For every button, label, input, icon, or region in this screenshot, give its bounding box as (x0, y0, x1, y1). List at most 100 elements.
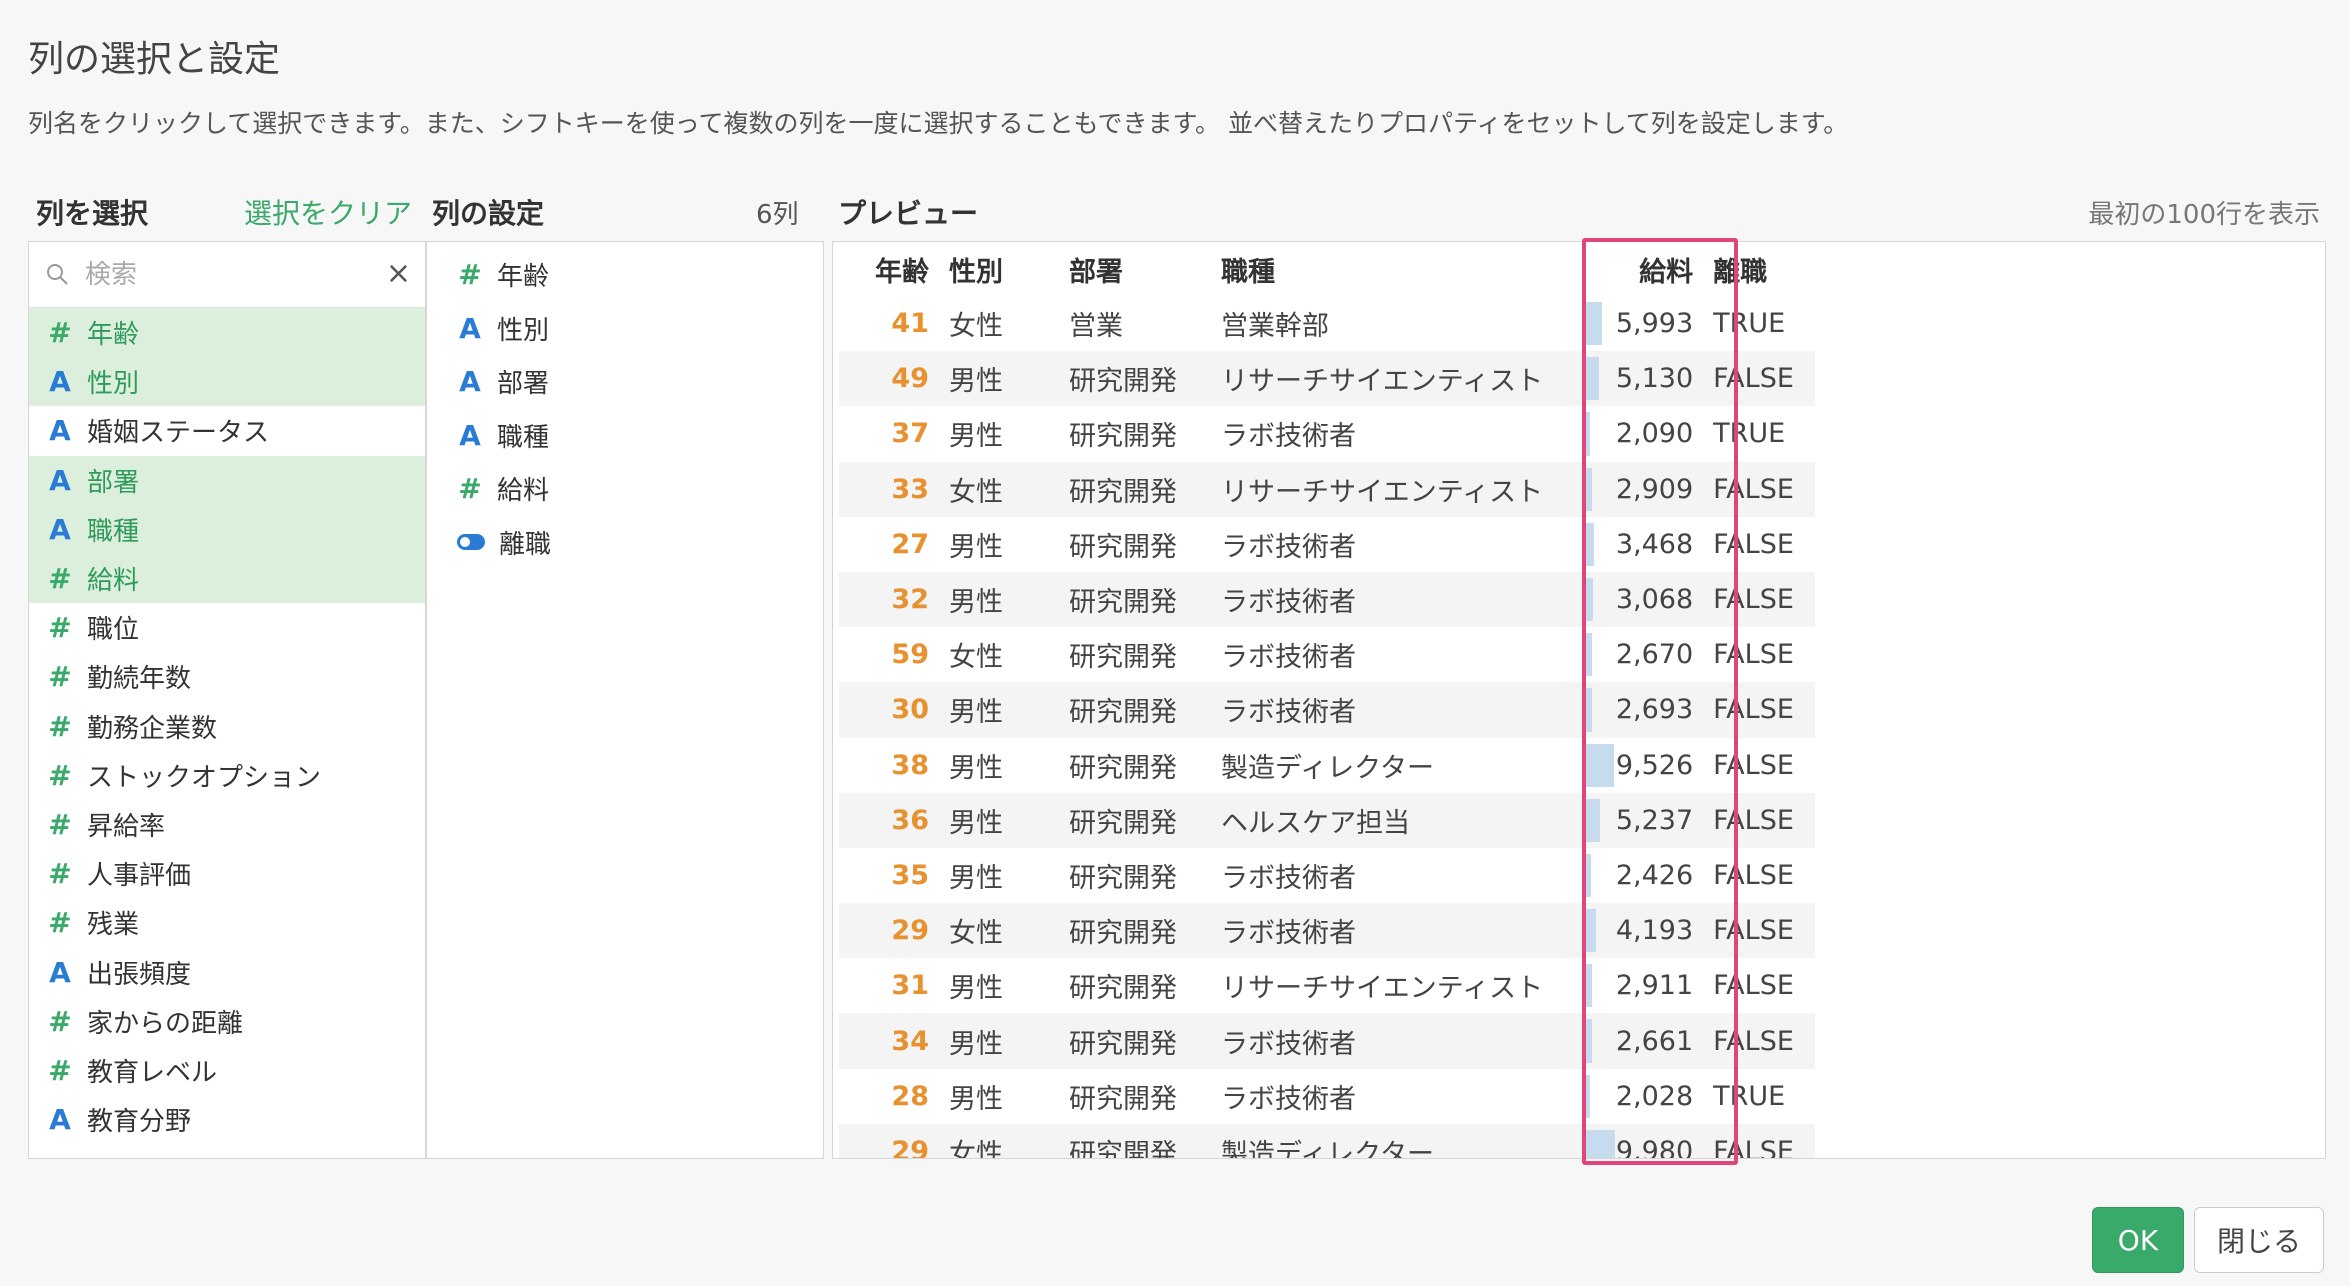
department-cell: 研究開発 (1069, 531, 1177, 563)
settings-column-label: 部署 (497, 369, 550, 400)
attrition-cell: FALSE (1703, 1013, 1816, 1069)
age-cell: 29 (839, 903, 939, 959)
column-select-panel: × #年齢A性別A婚姻ステータスA部署A職種#給料#職位#勤続年数#勤務企業数#… (28, 241, 426, 1159)
settings-list-item[interactable]: # 給料 (427, 462, 823, 516)
age-cell: 29 (839, 1123, 939, 1158)
attrition-cell: FALSE (1713, 970, 1794, 1002)
column-label: 給料 (87, 566, 140, 597)
ok-button[interactable]: OK (2092, 1207, 2184, 1273)
settings-column-label: 離職 (499, 529, 552, 560)
column-label: 勤務企業数 (87, 713, 218, 744)
age-cell: 30 (839, 682, 939, 738)
dialog-title: 列の選択と設定 (28, 39, 281, 80)
clear-selection-link[interactable]: 選択をクリア (244, 192, 412, 232)
settings-list-item[interactable]: A 部署 (427, 355, 823, 409)
job-cell: ヘルスケア担当 (1211, 792, 1554, 848)
department-cell: 研究開発 (1069, 752, 1177, 784)
column-list-item[interactable]: # 残業 (29, 898, 425, 947)
age-cell: 27 (891, 528, 929, 560)
column-list-item[interactable]: A 性別 (29, 357, 425, 407)
number-type-icon: # (458, 472, 482, 506)
header-age[interactable]: 年齢 (839, 242, 939, 296)
salary-bar (1583, 1019, 1593, 1063)
header-attrition[interactable]: 離職 (1703, 242, 1815, 296)
number-type-icon: # (48, 562, 72, 596)
attrition-cell: FALSE (1703, 792, 1816, 848)
number-type-icon: # (48, 906, 72, 940)
column-list-item[interactable]: A 職種 (29, 504, 425, 554)
salary-bar (1583, 467, 1593, 511)
table-row: 33 女性 研究開発 リサーチサイエンティスト 2,909 FALSE (839, 461, 1816, 517)
settings-column-label: 年齢 (497, 262, 550, 293)
department-cell: 営業 (1069, 311, 1123, 343)
column-list-item[interactable]: # 勤続年数 (29, 652, 425, 701)
age-cell: 31 (891, 970, 929, 1002)
salary-value: 9,526 (1615, 749, 1694, 781)
column-label: 教育レベル (87, 1057, 218, 1088)
settings-list-item[interactable]: 離職 (427, 516, 823, 570)
table-row: 30 男性 研究開発 ラボ技術者 2,693 FALSE (839, 682, 1816, 738)
clear-search-icon[interactable]: × (386, 256, 411, 292)
department-cell: 研究開発 (1069, 421, 1177, 453)
header-salary[interactable]: 給料 (1553, 242, 1703, 296)
sex-cell: 男性 (949, 973, 1003, 1005)
number-type-icon: # (48, 1004, 72, 1038)
salary-cell: 2,911 (1553, 958, 1703, 1013)
column-list-item[interactable]: # ストックオプション (29, 751, 425, 800)
sex-cell: 女性 (949, 642, 1003, 674)
department-cell: 研究開発 (1059, 903, 1211, 959)
column-list-item[interactable]: # 昇給率 (29, 800, 425, 849)
sex-cell: 男性 (939, 792, 1059, 848)
table-row: 59 女性 研究開発 ラボ技術者 2,670 FALSE (839, 627, 1815, 682)
sex-cell: 男性 (949, 531, 1003, 563)
column-list-item[interactable]: A 教育分野 (29, 1095, 425, 1144)
column-list-item[interactable]: # 給料 (29, 553, 425, 604)
close-button[interactable]: 閉じる (2194, 1207, 2324, 1273)
salary-cell: 2,661 (1553, 1013, 1704, 1069)
string-type-icon: A (49, 1103, 71, 1137)
column-list-item[interactable]: # 家からの距離 (29, 997, 425, 1046)
salary-bar (1583, 853, 1592, 898)
column-list-item[interactable]: # 人事評価 (29, 849, 425, 898)
header-sex[interactable]: 性別 (939, 242, 1059, 296)
salary-bar (1583, 798, 1601, 842)
settings-list: # 年齢 A 性別 A 部署 A 職種 # 給料 離職 (427, 242, 823, 569)
search-input[interactable] (85, 256, 375, 294)
salary-bar (1583, 688, 1593, 732)
number-type-icon: # (48, 611, 72, 645)
sex-cell: 男性 (939, 351, 1059, 407)
column-list-item[interactable]: A 出張頻度 (29, 947, 425, 996)
salary-cell: 2,028 (1553, 1069, 1703, 1124)
number-type-icon: # (48, 709, 72, 743)
settings-list-item[interactable]: # 年齢 (427, 248, 823, 302)
sex-cell: 女性 (939, 461, 1059, 517)
header-job[interactable]: 職種 (1211, 242, 1553, 296)
salary-bar (1583, 964, 1593, 1008)
string-type-icon: A (49, 512, 71, 546)
column-list-item[interactable]: # 職位 (29, 603, 425, 652)
age-cell: 33 (839, 461, 939, 517)
attrition-cell: FALSE (1703, 903, 1816, 959)
header-department[interactable]: 部署 (1059, 242, 1211, 296)
boolean-toggle-icon (457, 534, 485, 551)
column-list-item[interactable]: # 勤務企業数 (29, 702, 425, 751)
column-list-item[interactable]: # 教育レベル (29, 1046, 425, 1095)
salary-value: 9,980 (1615, 1135, 1694, 1159)
string-type-icon: A (49, 463, 71, 497)
settings-heading: 列の設定 (432, 197, 545, 230)
settings-list-item[interactable]: A 性別 (427, 302, 823, 356)
column-settings-panel: # 年齢 A 性別 A 部署 A 職種 # 給料 離職 (426, 241, 824, 1159)
salary-cell: 5,237 (1553, 792, 1704, 848)
column-label: 出張頻度 (87, 959, 192, 990)
column-label: 職位 (87, 615, 140, 646)
attrition-cell: TRUE (1713, 1080, 1786, 1112)
job-cell: ラボ技術者 (1211, 682, 1554, 738)
department-cell: 研究開発 (1069, 1083, 1177, 1115)
column-list-item[interactable]: A 婚姻ステータス (29, 406, 425, 455)
column-list-item[interactable]: A 部署 (29, 455, 425, 505)
settings-list-item[interactable]: A 職種 (427, 409, 823, 463)
column-list-item[interactable]: # 年齢 (29, 308, 425, 358)
table-row: 36 男性 研究開発 ヘルスケア担当 5,237 FALSE (839, 792, 1816, 848)
job-cell: ラボ技術者 (1221, 1083, 1356, 1115)
preview-panel: 年齢 性別 部署 職種 給料 離職 41 女性 営業 営業幹部 5,993 TRUE 49 男… (832, 241, 2326, 1159)
